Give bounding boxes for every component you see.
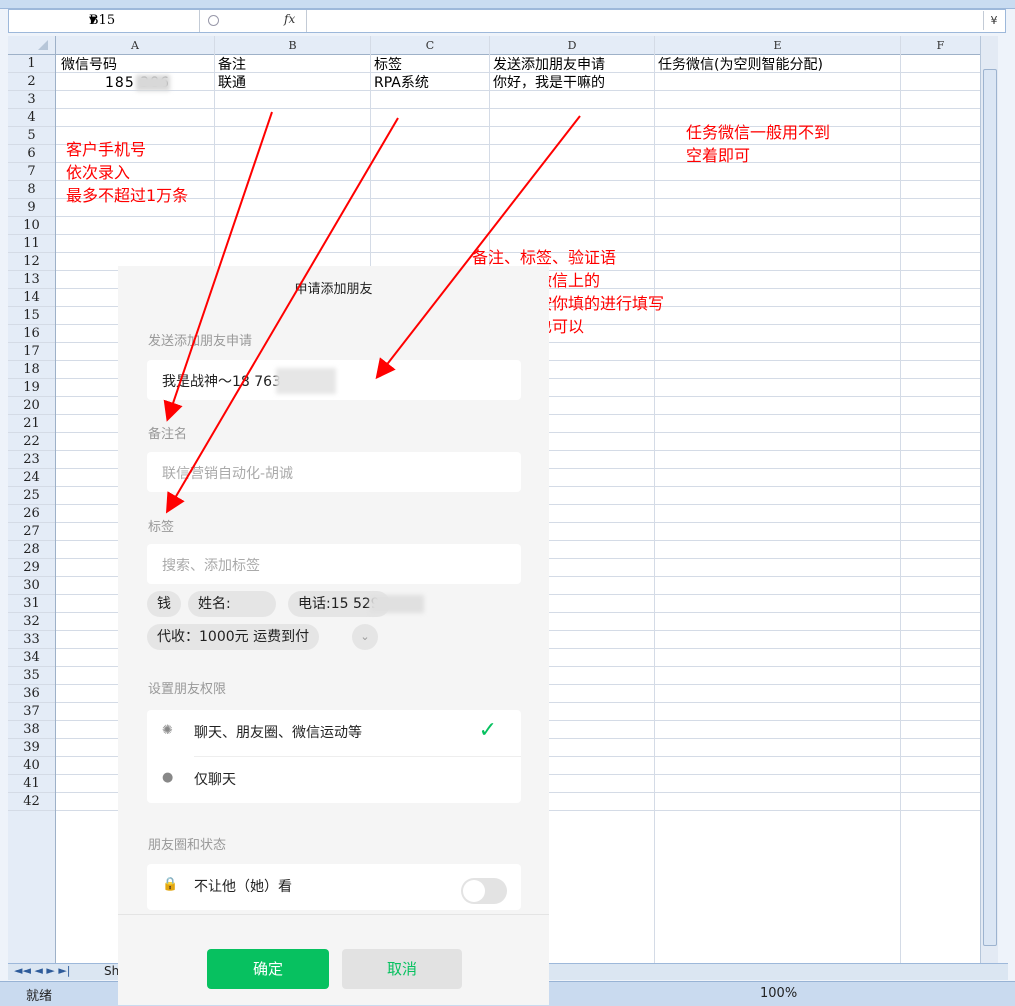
annotation-arrows bbox=[163, 111, 581, 514]
